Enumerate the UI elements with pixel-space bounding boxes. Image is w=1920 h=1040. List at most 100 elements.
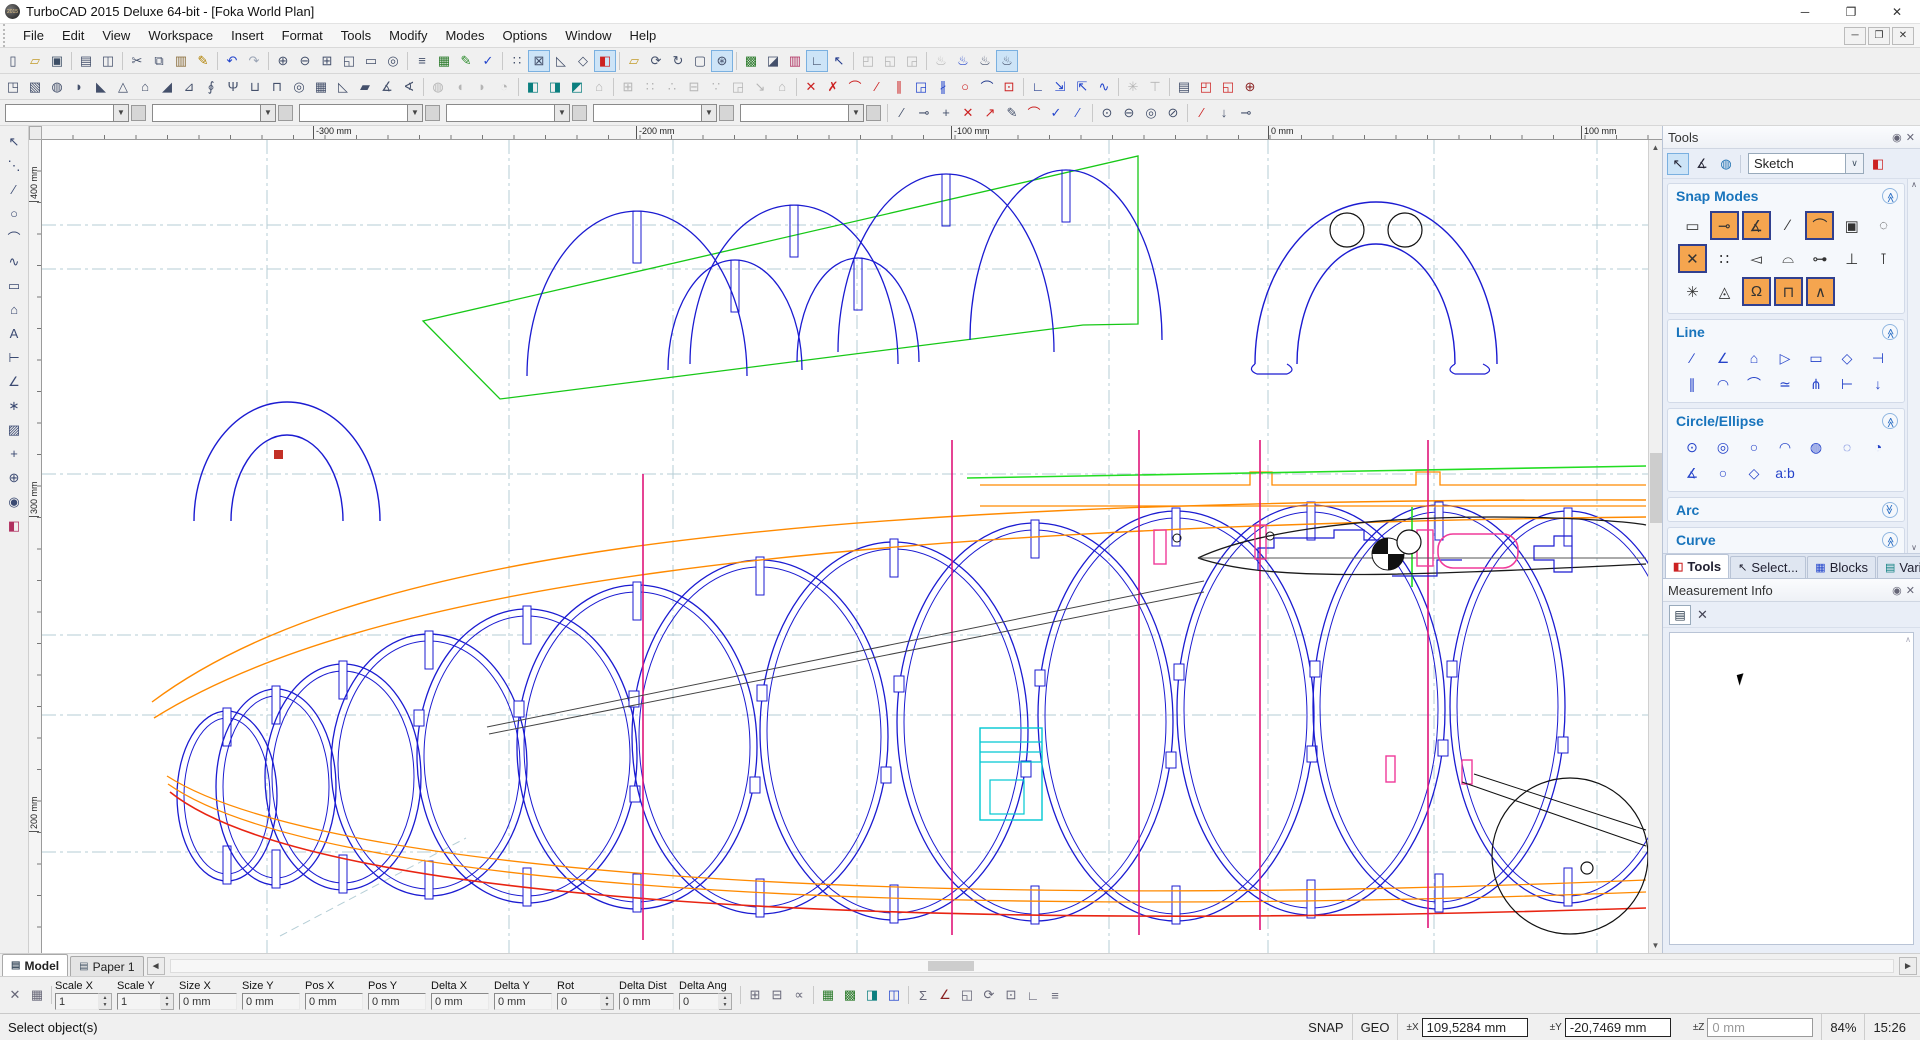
render-hidden-line-icon[interactable]: ♨ <box>974 50 996 72</box>
fill-color-icon[interactable]: ◧ <box>594 50 616 72</box>
circle-mode-3-icon[interactable]: ◎ <box>1140 102 1162 124</box>
line-tangent-from-arc[interactable]: ⌒ <box>1740 373 1768 395</box>
property-combo-5[interactable] <box>593 104 701 122</box>
zoom-window-icon[interactable]: ⊞ <box>316 50 338 72</box>
format-painter-icon[interactable]: ✎ <box>192 50 214 72</box>
bool-intersect-icon[interactable]: ◗ <box>471 76 493 98</box>
grid-snap-icon[interactable]: ∷ <box>506 50 528 72</box>
minimize-button[interactable]: ─ <box>1782 0 1828 24</box>
grid-toggle-icon[interactable]: ⊡ <box>1000 984 1022 1006</box>
field-input-size-y[interactable]: 0 mm <box>242 993 300 1010</box>
open-icon[interactable]: ▱ <box>24 50 46 72</box>
array-polar-icon[interactable]: ∴ <box>661 76 683 98</box>
open-block-icon[interactable]: ▱ <box>623 50 645 72</box>
angle-dim-tool-icon[interactable]: ∠ <box>2 370 26 393</box>
intersect-2d-icon[interactable]: ◩ <box>566 76 588 98</box>
prism-gray-icon[interactable]: ⌂ <box>588 76 610 98</box>
zoom-selection-icon[interactable]: ◎ <box>382 50 404 72</box>
menu-edit[interactable]: Edit <box>53 25 93 46</box>
explode-icon[interactable]: ✳ <box>1122 76 1144 98</box>
collapse-chevron-icon[interactable]: ≪ <box>1882 502 1898 518</box>
select-3d-icon[interactable]: ◳ <box>2 76 24 98</box>
property-combo-1[interactable] <box>5 104 113 122</box>
text-tool-icon[interactable]: A <box>2 322 26 345</box>
property-combo-button-3[interactable] <box>425 105 440 121</box>
save-icon[interactable]: ▣ <box>46 50 68 72</box>
bend-icon[interactable]: ∿ <box>1093 76 1115 98</box>
measurement-list[interactable]: ∧ <box>1669 632 1914 945</box>
paint-bucket-icon[interactable]: ◧ <box>1867 153 1889 175</box>
close-button[interactable]: ✕ <box>1874 0 1920 24</box>
prism2-gray-icon[interactable]: ⌂ <box>771 76 793 98</box>
layout-del-icon[interactable]: ◱ <box>1217 76 1239 98</box>
circle-concentric[interactable]: ◎ <box>1709 436 1737 458</box>
vertical-ruler[interactable]: 400 mm300 mm200 mm <box>29 140 42 953</box>
spinner[interactable]: ▲▼ <box>161 993 174 1010</box>
spell-check-icon[interactable]: ✓ <box>477 50 499 72</box>
snap-running-check-icon[interactable]: ✓ <box>1045 102 1067 124</box>
shrink-icon[interactable]: ⇲ <box>1049 76 1071 98</box>
aerial-view-icon[interactable]: ◫ <box>883 984 905 1006</box>
layout-add-icon[interactable]: ◰ <box>1195 76 1217 98</box>
tab-scroll-right-button[interactable]: ► <box>1899 957 1917 975</box>
line-tool-icon[interactable]: ∕ <box>2 178 26 201</box>
tangent-circle-icon[interactable]: ○ <box>954 76 976 98</box>
calculator-icon[interactable]: ▦ <box>26 984 48 1006</box>
close-panel-icon[interactable]: ✕ <box>1906 131 1915 144</box>
line-polygon[interactable]: ⌂ <box>1740 347 1768 369</box>
revolve-icon[interactable]: ∮ <box>200 76 222 98</box>
array-mirror-icon[interactable]: ∵ <box>705 76 727 98</box>
union-2d-icon[interactable]: ◧ <box>522 76 544 98</box>
spinner[interactable]: ▲▼ <box>99 993 112 1010</box>
bool-add-icon[interactable]: ◍ <box>427 76 449 98</box>
cylinder2-icon[interactable]: ⊓ <box>266 76 288 98</box>
cad-drawing[interactable] <box>42 140 1648 953</box>
elbow-icon[interactable]: ∟ <box>1027 76 1049 98</box>
snap-perp-x[interactable]: ⊥ <box>1837 244 1866 273</box>
ruler-corner-button[interactable] <box>29 126 42 140</box>
attach-icon[interactable]: ◲ <box>901 50 923 72</box>
line-perp-to-arc[interactable]: ⋔ <box>1802 373 1830 395</box>
mdi-restore-button[interactable]: ❐ <box>1868 27 1890 45</box>
edit-box-icon[interactable]: ⊡ <box>998 76 1020 98</box>
snap-running-plus-icon[interactable]: + <box>935 102 957 124</box>
cylinder-icon[interactable]: ⊔ <box>244 76 266 98</box>
snap-coordinate[interactable]: ⊸ <box>1710 211 1739 240</box>
snap-running-arc-icon[interactable]: ⌒ <box>1023 102 1045 124</box>
property-combo-2[interactable] <box>152 104 260 122</box>
cut-icon[interactable]: ✂ <box>126 50 148 72</box>
zoom-extents-icon[interactable]: ◱ <box>338 50 360 72</box>
zoom-level[interactable]: 84% <box>1830 1020 1856 1035</box>
selector-2d-icon[interactable]: ▦ <box>817 984 839 1006</box>
circle-mode-2-icon[interactable]: ⊖ <box>1118 102 1140 124</box>
ellipse[interactable]: ○ <box>1709 462 1737 484</box>
sphere-icon[interactable]: ◍ <box>46 76 68 98</box>
join-icon[interactable]: ⊤ <box>1144 76 1166 98</box>
dimension-tool-icon[interactable]: ⊢ <box>2 346 26 369</box>
stretch-icon[interactable]: ⇱ <box>1071 76 1093 98</box>
ungroup-icon[interactable]: ◱ <box>879 50 901 72</box>
scroll-up-icon[interactable]: ▲ <box>1649 140 1663 155</box>
snap-running-cross-icon[interactable]: ✕ <box>957 102 979 124</box>
snap-indicator[interactable]: SNAP <box>1308 1020 1343 1035</box>
coord-x-field[interactable]: 109,5284 mm <box>1422 1018 1528 1037</box>
chamfer-icon[interactable]: ∕ <box>866 76 888 98</box>
chevron-down-icon[interactable]: ▼ <box>113 104 129 122</box>
horizontal-scrollbar[interactable] <box>170 959 1894 973</box>
glass-icon[interactable]: Ψ <box>222 76 244 98</box>
tab-model[interactable]: ▤ Model <box>2 954 68 976</box>
panel-compass-icon[interactable]: ∡ <box>1691 153 1713 175</box>
vertical-scroll-thumb[interactable] <box>1650 453 1662 523</box>
snap-running-mid-icon[interactable]: ⊸ <box>913 102 935 124</box>
polygon-tool-icon[interactable]: ⌂ <box>2 298 26 321</box>
array-rect-icon[interactable]: ⊞ <box>617 76 639 98</box>
chevron-down-icon[interactable]: ▼ <box>554 104 570 122</box>
menu-format[interactable]: Format <box>273 25 332 46</box>
torus-icon[interactable]: ◎ <box>288 76 310 98</box>
menu-workspace[interactable]: Workspace <box>139 25 222 46</box>
zoom-out-icon[interactable]: ⊖ <box>294 50 316 72</box>
horizontal-ruler[interactable]: -300 mm-200 mm-100 mm0 mm100 mm <box>42 126 1662 140</box>
array-scale-icon[interactable]: ↘ <box>749 76 771 98</box>
snap-running-pen-icon[interactable]: ✎ <box>1001 102 1023 124</box>
pan-tool-icon[interactable]: + <box>2 442 26 465</box>
